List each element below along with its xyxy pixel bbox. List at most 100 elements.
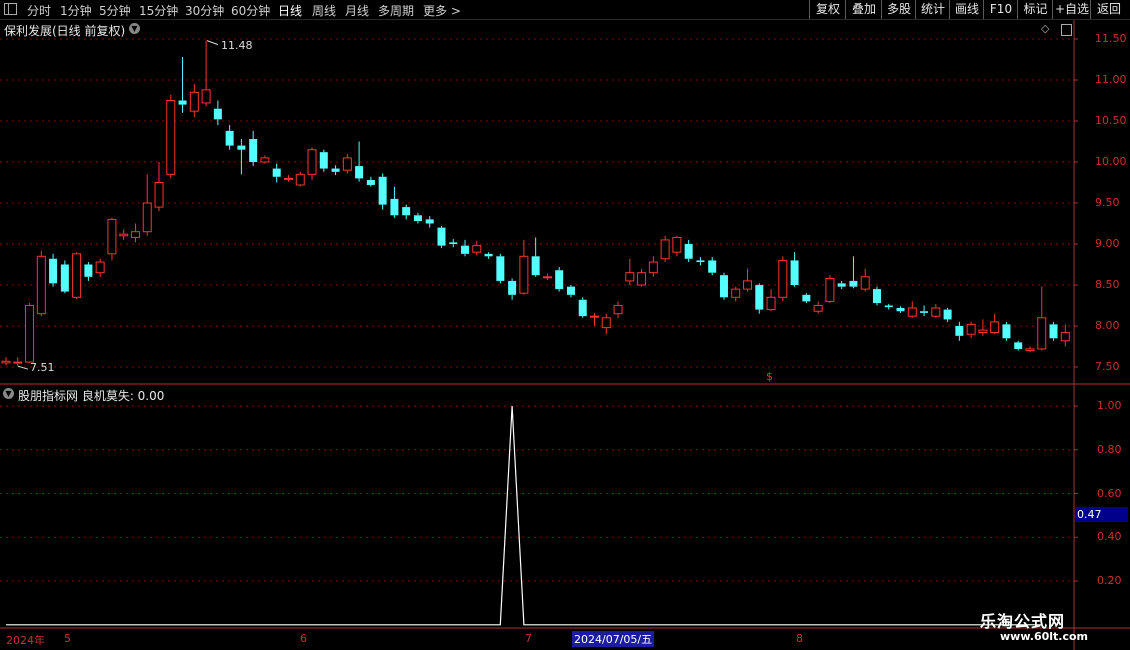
candle-up [825,275,835,304]
candle-body [508,280,517,295]
candle-body [590,315,599,318]
indicator-menu-icon[interactable]: ▼ [3,388,14,399]
candle-down [955,321,964,341]
indicator-line [6,405,1042,626]
price-tick-label: 8.00 [1095,319,1120,332]
price-tick-label: 10.00 [1095,155,1127,168]
candle-down [496,253,505,284]
candle-down [896,306,905,313]
candle-body [130,231,140,238]
candle-up [931,303,941,318]
candle-body [49,258,58,284]
candle-body [601,317,611,329]
candle-up [283,175,293,182]
candle-body [896,307,905,312]
candle-up [189,84,199,117]
candle-up [672,235,682,257]
candle-body [472,245,482,253]
year-label: 2024年 [6,634,45,647]
candle-down [943,307,952,322]
candle-up [519,239,529,295]
candle-down [802,293,811,304]
month-label: 7 [525,632,532,645]
candle-up [1025,346,1035,353]
candle-down [449,239,458,248]
candle-up [978,319,988,336]
candle-body [461,245,470,254]
candle-up [1,357,11,366]
price-tick-label: 7.50 [1095,360,1120,373]
candle-down [60,260,69,294]
candle-body [766,296,776,311]
candle-body [355,166,364,179]
candle-up [13,357,23,367]
price-tick-label: 9.00 [1095,237,1120,250]
indicator-current-value: 0.47 [1075,507,1128,522]
candle-body [496,256,505,281]
candle-down [578,297,587,318]
candle-body [119,233,129,237]
candle-body [731,288,741,298]
candle-down [508,278,517,300]
window-toggle-icon[interactable] [1061,24,1072,36]
candle-down [555,266,564,292]
candle-up [260,155,270,164]
main-chart-title: 保利发展(日线 前复权) [4,24,126,38]
candle-down [696,257,705,266]
candle-down [1002,321,1011,341]
candle-body [25,305,35,363]
candle-body [637,272,647,286]
candle-body [178,100,187,105]
candle-body [378,176,387,205]
chevron-down-icon[interactable]: ▼ [129,23,140,34]
candle-up [472,240,482,256]
candle-down [437,225,446,249]
candle-body [660,239,670,260]
candle-down [237,139,246,175]
candle-body [95,261,105,274]
diamond-icon[interactable]: ◇ [1041,22,1049,35]
candle-down [413,212,422,224]
candle-body [790,260,799,285]
dividend-marker[interactable]: $ [766,370,773,383]
candle-body [1002,324,1011,339]
chart-canvas[interactable] [0,0,1130,650]
candle-body [755,285,764,310]
candle-up [743,268,753,292]
candle-up [1037,286,1047,351]
candle-body [578,299,587,317]
candle-down [684,239,693,263]
watermark-title: 乐淘公式网 [980,612,1066,631]
candle-up [990,313,1000,335]
candle-body [107,218,117,255]
candle-body [672,236,682,253]
price-tick-label: 9.50 [1095,196,1120,209]
candle-body [966,323,976,335]
candle-body [566,286,575,295]
price-tick-label: 11.50 [1095,32,1127,45]
candle-up [166,94,176,179]
candle-body [449,242,458,244]
candle-body [825,277,835,302]
candle-body [802,294,811,302]
low-price-label: 7.51 [30,361,55,374]
candle-body [84,264,93,277]
candle-down [719,272,728,300]
candle-up [1060,324,1070,347]
candle-body [402,207,411,216]
candle-down [213,100,222,126]
candle-up [625,258,635,285]
candle-down [884,303,893,310]
candle-body [60,264,69,292]
low-pointer [17,365,29,370]
candle-down [178,57,187,113]
candle-body [413,215,422,222]
candle-up [590,312,599,326]
candle-up [907,301,917,318]
candle-body [955,326,964,336]
candle-body [272,168,281,177]
candle-down [366,176,375,187]
candle-body [743,280,753,290]
candle-body [625,272,635,282]
candle-body [613,305,623,315]
